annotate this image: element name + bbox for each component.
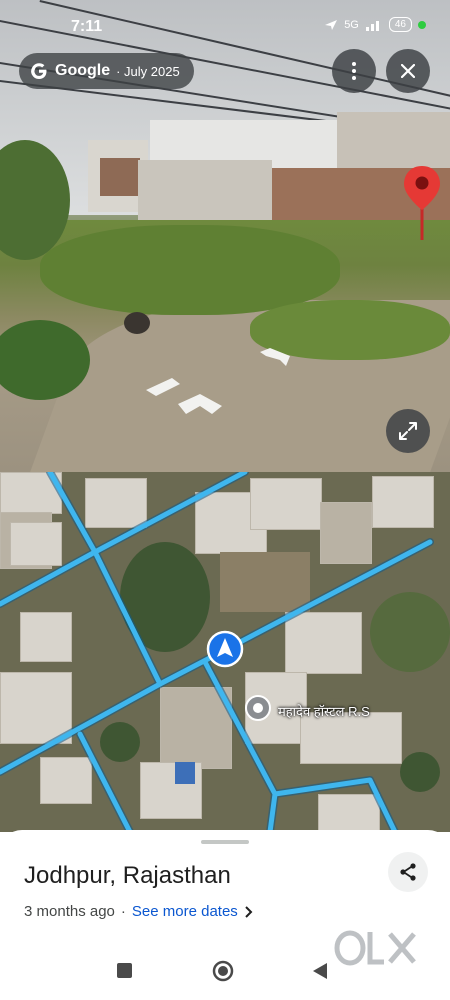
network-label: 5G — [344, 18, 359, 31]
more-vert-icon — [352, 62, 356, 80]
separator-dot: · — [120, 903, 126, 920]
system-navigation-bar — [0, 950, 450, 994]
location-title: Jodhpur, Rajasthan — [24, 862, 231, 889]
home-icon[interactable] — [212, 960, 234, 982]
place-marker-icon[interactable] — [244, 694, 272, 722]
navigation-chevron-icon[interactable] — [142, 376, 224, 424]
grass — [40, 225, 340, 315]
capture-date-row: 3 months ago · See more dates — [24, 903, 254, 920]
status-bar: 7:11 5G 46 — [0, 0, 450, 38]
drag-handle[interactable] — [201, 840, 249, 844]
boundary-wall — [138, 160, 272, 224]
location-pin-icon — [404, 166, 440, 240]
recent-apps-icon[interactable] — [116, 962, 133, 979]
more-options-button[interactable] — [332, 49, 376, 93]
close-button[interactable] — [386, 49, 430, 93]
navigation-status-icon — [325, 19, 338, 30]
capture-date-label: · July 2025 — [116, 63, 180, 79]
battery-indicator: 46 — [388, 17, 412, 32]
navigation-arrow-icon[interactable] — [206, 630, 244, 668]
share-button[interactable] — [388, 852, 428, 892]
capture-age-label: 3 months ago — [24, 903, 115, 920]
status-time: 7:11 — [71, 18, 103, 35]
close-icon — [401, 64, 415, 78]
chevron-right-icon[interactable] — [244, 905, 254, 918]
navigation-chevron-icon[interactable] — [258, 346, 294, 368]
google-brand-label: Google — [55, 62, 111, 79]
signal-icon — [365, 20, 379, 31]
see-more-dates-link[interactable]: See more dates — [132, 903, 238, 920]
expand-icon — [399, 422, 417, 440]
fullscreen-button[interactable] — [386, 409, 430, 453]
back-icon[interactable] — [312, 962, 328, 980]
imagery-source-pill[interactable]: Google · July 2025 — [19, 53, 194, 89]
google-logo-icon — [31, 63, 47, 79]
status-icons: 5G 46 — [324, 17, 426, 32]
building-facade — [100, 158, 140, 196]
share-icon — [400, 863, 416, 881]
privacy-indicator-dot — [418, 20, 426, 29]
pipe-object — [124, 312, 150, 334]
map-place-label[interactable]: महादेव हॉस्टल R.S — [278, 702, 370, 720]
